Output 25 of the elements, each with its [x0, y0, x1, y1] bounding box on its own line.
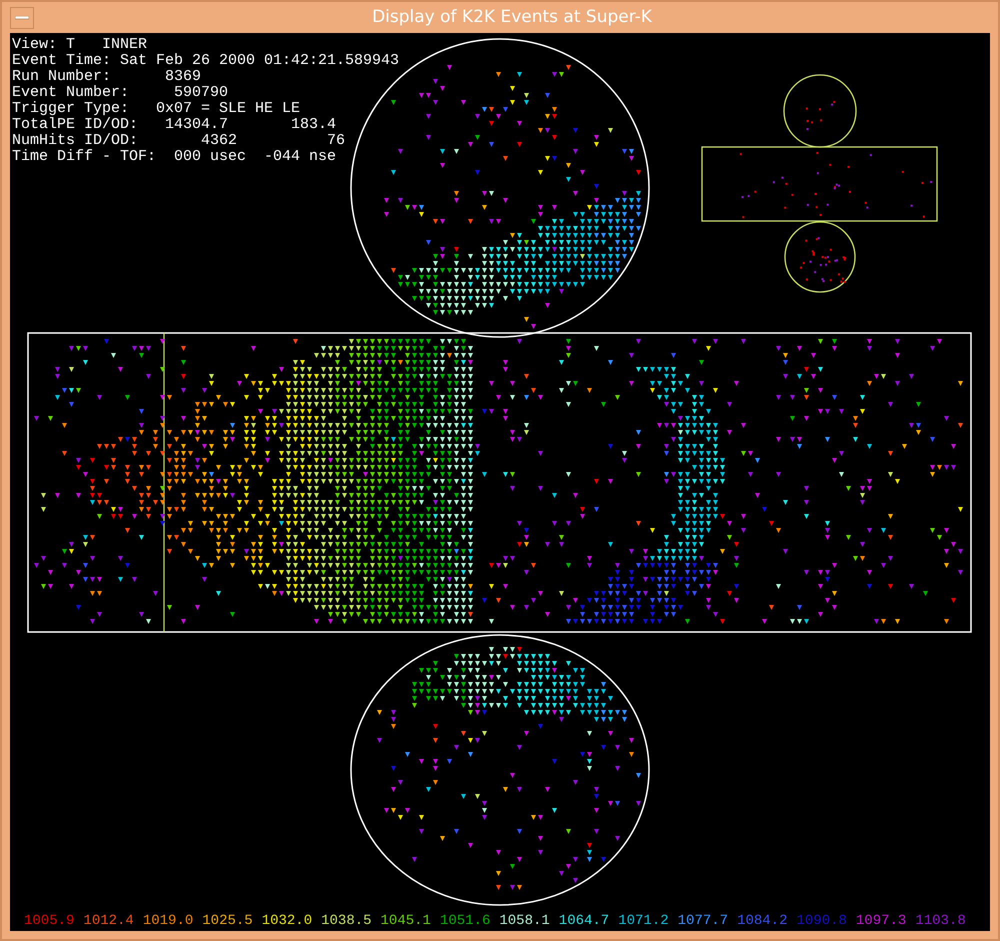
- time-scale-label: 1084.2: [737, 913, 788, 929]
- event-info-line: Event Number: 590790: [12, 85, 228, 101]
- window-title: Display of K2K Events at Super-K: [371, 6, 653, 29]
- event-info-line: NumHits ID/OD: 4362 76: [12, 133, 346, 149]
- event-info-line: TotalPE ID/OD: 14304.7 183.4: [12, 117, 336, 133]
- time-scale-label: 1019.0: [142, 913, 194, 929]
- time-scale-label: 1005.9: [24, 913, 74, 929]
- time-scale-label: 1090.8: [796, 913, 847, 929]
- event-info-line: Run Number: 8369: [12, 69, 202, 85]
- time-scale-label: 1097.3: [856, 913, 906, 929]
- time-scale-label: 1032.0: [262, 913, 312, 929]
- event-info-line: Time Diff - TOF: 000 usec -044 nse: [12, 149, 336, 165]
- event-info-line: View: T INNER: [12, 37, 148, 53]
- time-scale-label: 1058.1: [499, 913, 550, 929]
- event-info-line: Trigger Type: 0x07 = SLE HE LE: [12, 101, 300, 117]
- time-scale-label: 1025.5: [202, 913, 253, 929]
- time-scale-label: 1051.6: [440, 913, 490, 929]
- time-scale-label: 1045.1: [380, 913, 431, 929]
- time-scale-label: 1071.2: [618, 913, 669, 929]
- time-scale-label: 1038.5: [321, 913, 372, 929]
- time-scale-label: 1077.7: [678, 913, 728, 929]
- time-scale-label: 1012.4: [83, 913, 134, 929]
- event-info-line: Event Time: Sat Feb 26 2000 01:42:21.589943: [12, 53, 400, 69]
- time-scale-label: 1103.8: [915, 913, 966, 929]
- time-scale-label: 1064.7: [558, 913, 610, 929]
